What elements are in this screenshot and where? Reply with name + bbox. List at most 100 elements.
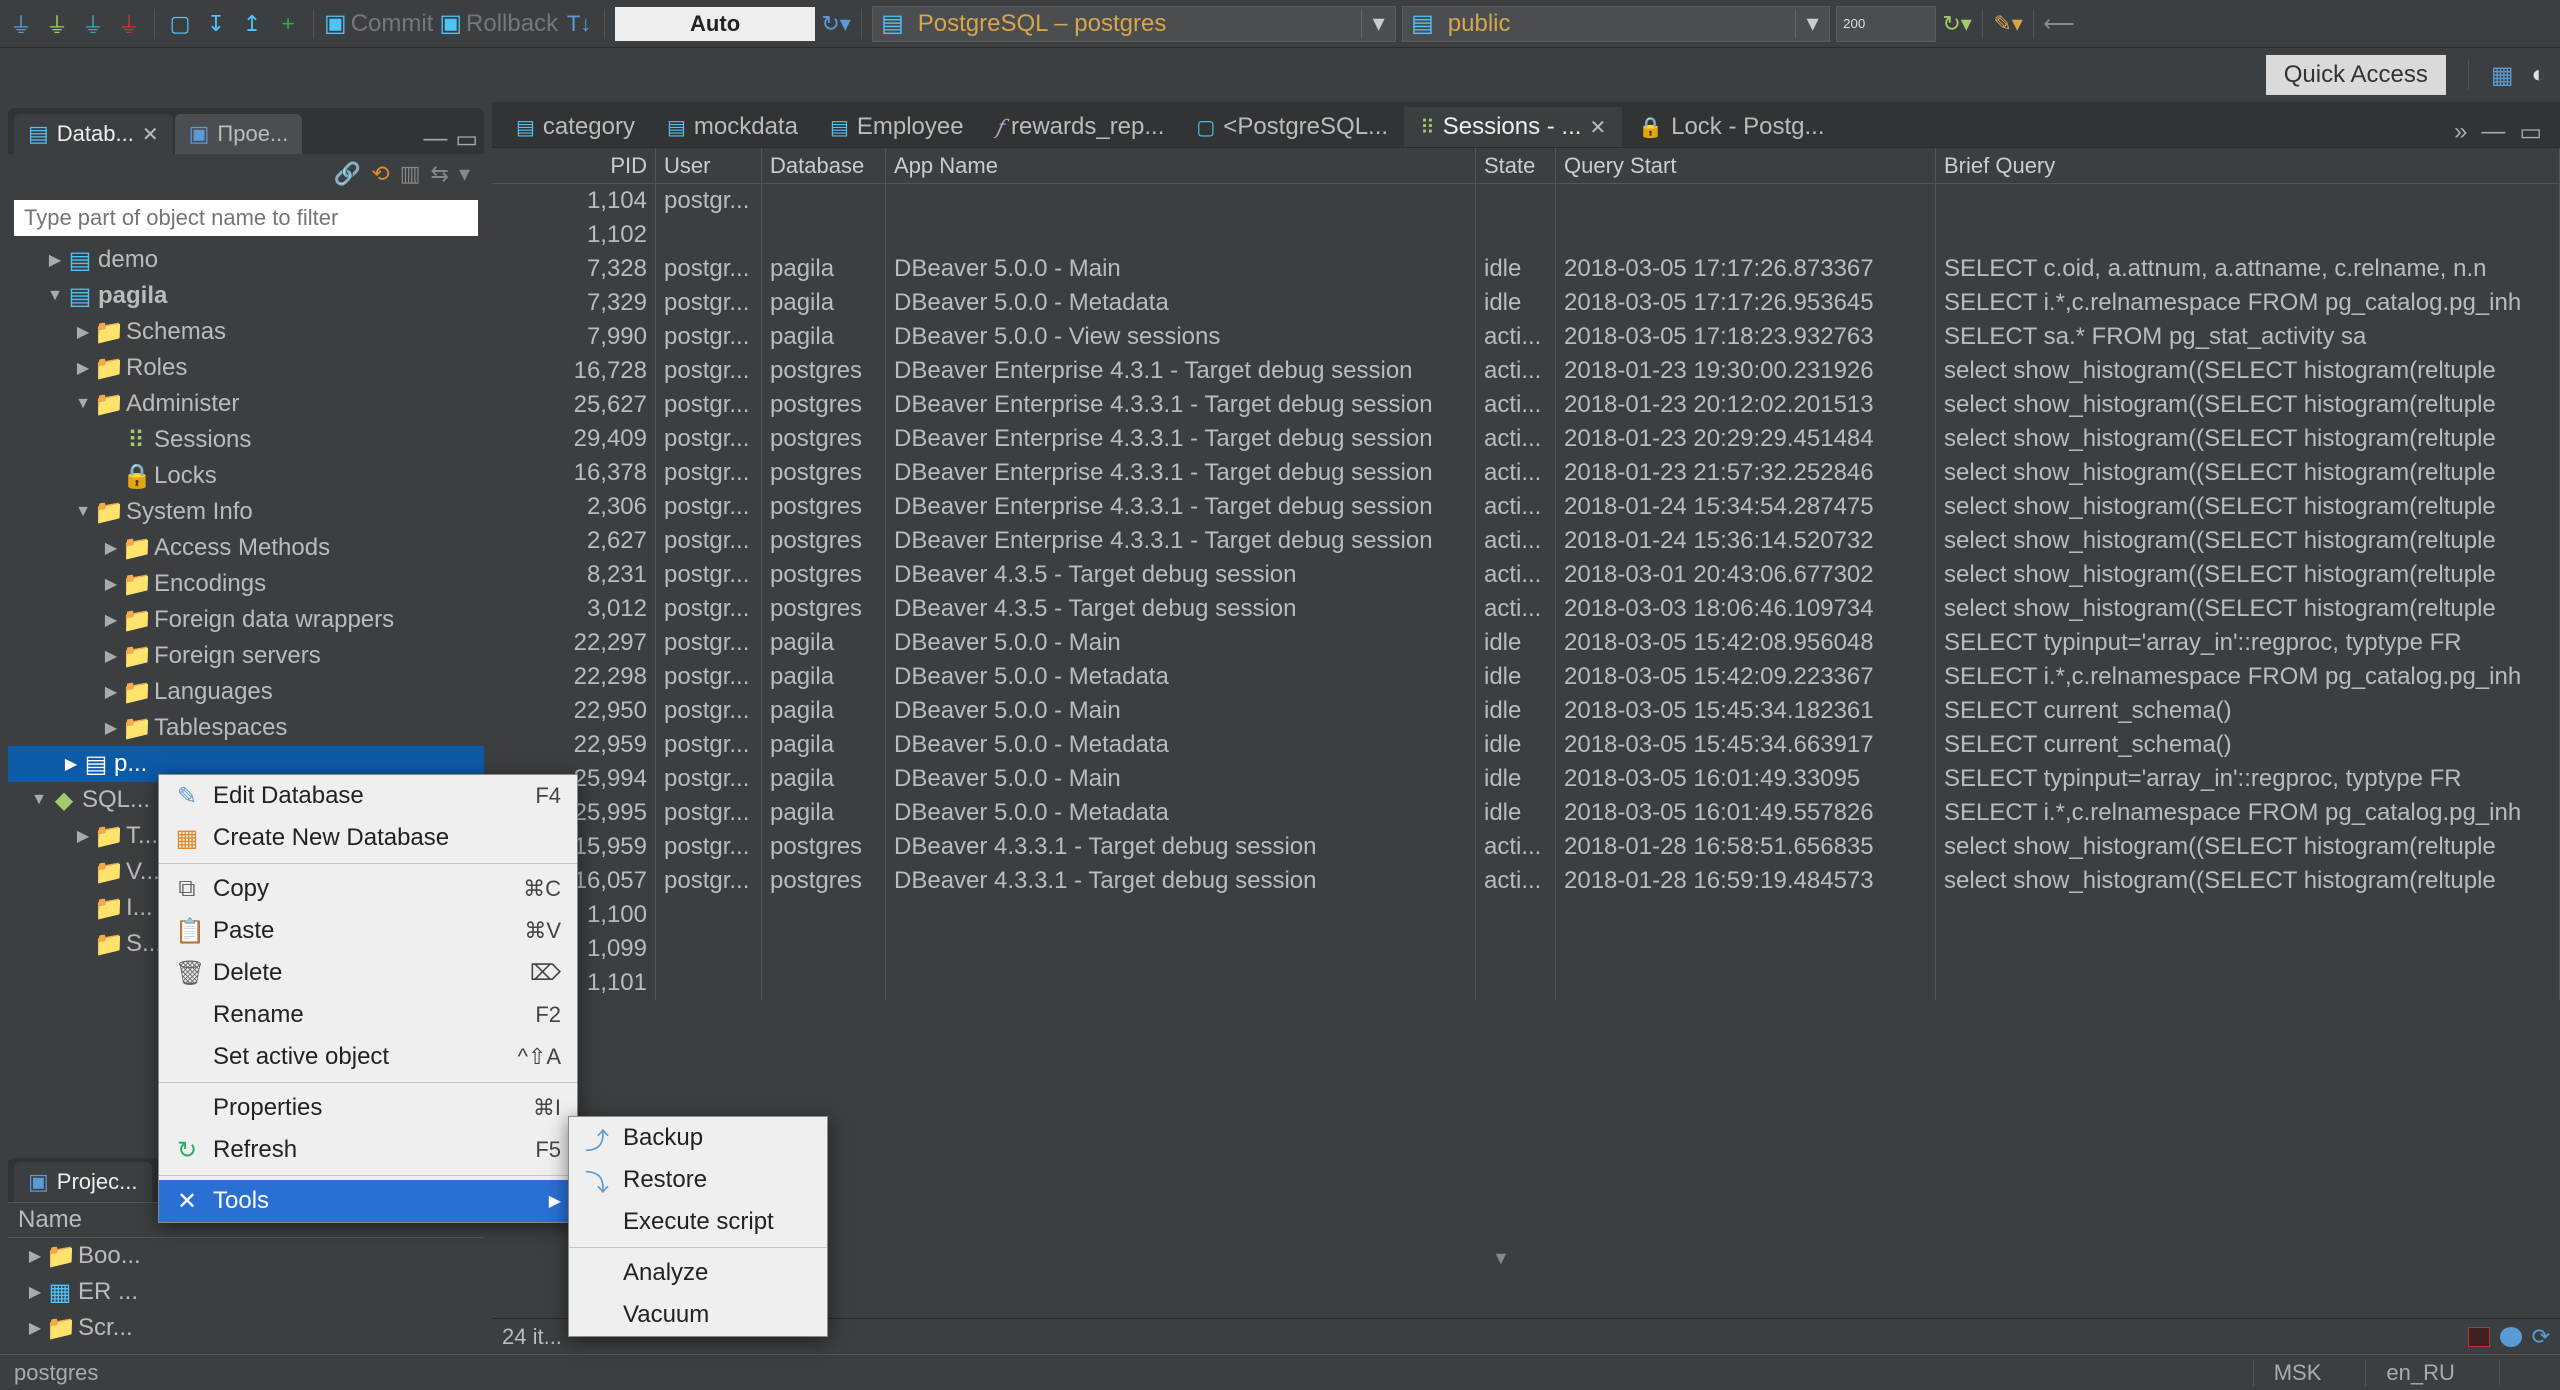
table-row[interactable]: 7,990postgr...pagilaDBeaver 5.0.0 - View… (492, 320, 2560, 354)
collapse-icon[interactable]: ⟲ (371, 161, 389, 187)
tree-item-demo[interactable]: ▶▤demo (8, 242, 484, 278)
table-row[interactable]: 29,409postgr...postgresDBeaver Enterpris… (492, 422, 2560, 456)
ctx-edit-database[interactable]: ✎Edit DatabaseF4 (159, 775, 577, 817)
tree-item-sysinfo[interactable]: ▼📁System Info (8, 494, 484, 530)
tree-item-schemas[interactable]: ▶📁Schemas (8, 314, 484, 350)
view-menu-icon[interactable]: ▾ (459, 161, 470, 187)
footer-refresh-icon[interactable]: ⟳ (2532, 1324, 2550, 1350)
plug-red-icon[interactable]: ⏚ (114, 9, 144, 39)
tree-item-administer[interactable]: ▼📁Administer (8, 386, 484, 422)
col-pid[interactable]: PID (492, 148, 656, 183)
tree-filter-input[interactable] (14, 200, 478, 236)
row-limit-input[interactable] (1836, 6, 1936, 42)
table-row[interactable]: 1,102 (492, 218, 2560, 252)
plug-teal-icon[interactable]: ⏚ (78, 9, 108, 39)
editor-tab[interactable]: 🔒Lock - Postg... (1622, 107, 1840, 147)
maximize-icon[interactable]: ▭ (455, 125, 478, 154)
rollback-button[interactable]: ▣Rollback (439, 9, 558, 38)
table-row[interactable]: 25,995postgr...pagilaDBeaver 5.0.0 - Met… (492, 796, 2560, 830)
commit-button[interactable]: ▣Commit (324, 9, 433, 38)
history-icon[interactable]: ↻▾ (821, 9, 851, 39)
submenu-backup[interactable]: ⤴Backup (569, 1117, 827, 1159)
ctx-create-database[interactable]: ▦Create New Database (159, 817, 577, 859)
tab-database-navigator[interactable]: ▤ Datab... ✕ (14, 114, 173, 154)
ctx-refresh[interactable]: ↻RefreshF5 (159, 1129, 577, 1171)
table-row[interactable]: 22,297postgr...pagilaDBeaver 5.0.0 - Mai… (492, 626, 2560, 660)
schema-combo[interactable]: ▤ public ▾ (1402, 6, 1830, 42)
perspective-debug-icon[interactable]: ◐ (2532, 61, 2547, 89)
footer-pane-icon[interactable] (2500, 1327, 2522, 1347)
submenu-vacuum[interactable]: Vacuum (569, 1294, 827, 1336)
plug-green-icon[interactable]: ⏚ (42, 9, 72, 39)
table-row[interactable]: 2,306postgr...postgresDBeaver Enterprise… (492, 490, 2560, 524)
tree-item-locks[interactable]: 🔒Locks (8, 458, 484, 494)
table-row[interactable]: 16,378postgr...postgresDBeaver Enterpris… (492, 456, 2560, 490)
table-row[interactable]: 1,099 (492, 932, 2560, 966)
table-row[interactable]: 2,627postgr...postgresDBeaver Enterprise… (492, 524, 2560, 558)
filter-arrows-icon[interactable]: ⇆ (431, 161, 449, 187)
table-row[interactable]: 7,329postgr...pagilaDBeaver 5.0.0 - Meta… (492, 286, 2560, 320)
ctx-copy[interactable]: ⧉Copy⌘C (159, 868, 577, 910)
table-row[interactable]: 22,298postgr...pagilaDBeaver 5.0.0 - Met… (492, 660, 2560, 694)
col-app-name[interactable]: App Name (886, 148, 1476, 183)
project-item-erd[interactable]: ▶▦ER ... (8, 1274, 484, 1310)
table-row[interactable]: 15,959postgr...postgresDBeaver 4.3.3.1 -… (492, 830, 2560, 864)
ctx-tools[interactable]: ✕Tools▶ (159, 1180, 577, 1222)
col-database[interactable]: Database (762, 148, 886, 183)
editor-tab[interactable]: ⠿Sessions - ...✕ (1404, 107, 1622, 147)
table-row[interactable]: 16,728postgr...postgresDBeaver Enterpris… (492, 354, 2560, 388)
layout-icon[interactable]: ▥ (400, 161, 421, 187)
perspective-dbeaver-icon[interactable]: ▦ (2491, 61, 2514, 90)
tree-item-sessions[interactable]: ⠿Sessions (8, 422, 484, 458)
tree-item-tablespaces[interactable]: ▶📁Tablespaces (8, 710, 484, 746)
table-row[interactable]: 1,100 (492, 898, 2560, 932)
minimize-icon[interactable]: — (423, 125, 447, 154)
ctx-delete[interactable]: 🗑Delete⌦ (159, 952, 577, 994)
ctx-paste[interactable]: 📋Paste⌘V (159, 910, 577, 952)
col-user[interactable]: User (656, 148, 762, 183)
submenu-analyze[interactable]: Analyze (569, 1252, 827, 1294)
tree-item-fdw[interactable]: ▶📁Foreign data wrappers (8, 602, 484, 638)
maximize-icon[interactable]: ▭ (2519, 118, 2542, 147)
plug-blue-icon[interactable]: ⏚ (6, 9, 36, 39)
table-row[interactable]: 16,057postgr...postgresDBeaver 4.3.3.1 -… (492, 864, 2560, 898)
table-row[interactable]: 1,104postgr... (492, 184, 2560, 218)
tree-item-encodings[interactable]: ▶📁Encodings (8, 566, 484, 602)
highlighter-icon[interactable]: ✎▾ (1993, 9, 2023, 39)
tree-item-languages[interactable]: ▶📁Languages (8, 674, 484, 710)
tx-icon[interactable]: ↧ (201, 9, 231, 39)
ctx-set-active[interactable]: Set active object^⇧A (159, 1036, 577, 1078)
tree-item-roles[interactable]: ▶📁Roles (8, 350, 484, 386)
col-brief-query[interactable]: Brief Query (1936, 148, 2560, 183)
table-row[interactable]: 7,328postgr...pagilaDBeaver 5.0.0 - Main… (492, 252, 2560, 286)
submenu-restore[interactable]: ⤵Restore (569, 1159, 827, 1201)
refresh-icon[interactable]: ↻▾ (1942, 9, 1972, 39)
project-item-scripts[interactable]: ▶📁Scr... (8, 1310, 484, 1346)
project-item-bookmarks[interactable]: ▶📁Boo... (8, 1238, 484, 1274)
footer-pane-stop-icon[interactable] (2468, 1327, 2490, 1347)
table-row[interactable]: 22,950postgr...pagilaDBeaver 5.0.0 - Mai… (492, 694, 2560, 728)
col-state[interactable]: State (1476, 148, 1556, 183)
tx-mode-icon[interactable]: T↓ (564, 9, 594, 39)
close-icon[interactable]: ✕ (1589, 115, 1606, 140)
link-icon[interactable]: 🔗 (334, 161, 361, 187)
table-row[interactable]: 22,959postgr...pagilaDBeaver 5.0.0 - Met… (492, 728, 2560, 762)
tree-item-access-methods[interactable]: ▶📁Access Methods (8, 530, 484, 566)
ctx-properties[interactable]: Properties⌘I (159, 1087, 577, 1129)
quick-access-button[interactable]: Quick Access (2266, 55, 2446, 95)
editor-tab[interactable]: ▤Employee (814, 107, 980, 147)
table-row[interactable]: 8,231postgr...postgresDBeaver 4.3.5 - Ta… (492, 558, 2560, 592)
scroll-down-indicator[interactable]: ▼ (1492, 1248, 1510, 1269)
table-row[interactable]: 1,101 (492, 966, 2560, 1000)
table-row[interactable]: 25,627postgr...postgresDBeaver Enterpris… (492, 388, 2560, 422)
editor-tab[interactable]: ▤category (500, 107, 651, 147)
datasource-combo[interactable]: ▤ PostgreSQL – postgres ▾ (872, 6, 1396, 42)
tx-add-icon[interactable]: + (273, 9, 303, 39)
ctx-rename[interactable]: RenameF2 (159, 994, 577, 1036)
table-row[interactable]: 3,012postgr...postgresDBeaver 4.3.5 - Ta… (492, 592, 2560, 626)
editor-tab[interactable]: ▤mockdata (651, 107, 814, 147)
table-row[interactable]: 25,994postgr...pagilaDBeaver 5.0.0 - Mai… (492, 762, 2560, 796)
close-icon[interactable]: ✕ (142, 122, 159, 147)
sql-editor-icon[interactable]: ▢ (165, 9, 195, 39)
auto-commit-button[interactable]: Auto (615, 7, 815, 41)
